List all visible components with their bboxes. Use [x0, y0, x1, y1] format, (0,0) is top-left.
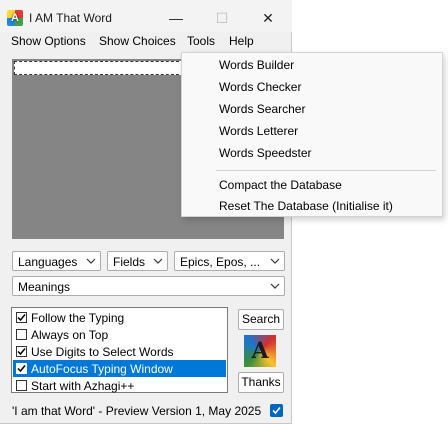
thanks-button[interactable]: Thanks — [238, 372, 284, 393]
menu-show-choices[interactable]: Show Choices — [99, 34, 176, 48]
meanings-dropdown[interactable]: Meanings — [12, 276, 285, 296]
chevron-down-icon — [270, 258, 280, 264]
epics-dropdown[interactable]: Epics, Epos, ... — [174, 251, 285, 271]
languages-dropdown[interactable]: Languages — [12, 251, 101, 271]
menu-show-options[interactable]: Show Options — [11, 34, 86, 48]
checkbox[interactable] — [16, 329, 27, 340]
options-checklist[interactable]: Follow the Typing Always on Top Use Digi… — [11, 307, 228, 393]
menu-item-words-speedster[interactable]: Words Speedster — [219, 146, 312, 160]
menu-tools[interactable]: Tools — [187, 34, 215, 48]
search-button[interactable]: Search — [238, 309, 284, 330]
chevron-down-icon — [86, 258, 96, 264]
checkbox[interactable] — [16, 312, 27, 323]
typing-input[interactable] — [14, 61, 184, 75]
menu-help[interactable]: Help — [229, 34, 254, 48]
tools-menu-popup: Words Builder Words Checker Words Search… — [181, 52, 443, 217]
status-checkbox[interactable] — [270, 404, 283, 417]
app-icon: A — [7, 10, 23, 26]
menu-item-words-letterer[interactable]: Words Letterer — [219, 124, 298, 138]
option-use-digits[interactable]: Use Digits to Select Words — [13, 343, 226, 360]
chevron-down-icon — [270, 283, 280, 289]
minimize-icon: — — [169, 10, 183, 26]
option-follow-typing[interactable]: Follow the Typing — [13, 309, 226, 326]
menu-item-compact-db[interactable]: Compact the Database — [219, 178, 342, 192]
menu-item-reset-db[interactable]: Reset The Database (Initialise it) — [219, 199, 393, 213]
option-always-on-top[interactable]: Always on Top — [13, 326, 226, 343]
fields-dropdown[interactable]: Fields — [107, 251, 168, 271]
option-start-azhagi[interactable]: Start with Azhagi++ — [13, 377, 226, 394]
check-icon — [272, 406, 281, 415]
option-autofocus[interactable]: AutoFocus Typing Window — [13, 360, 226, 377]
maximize-icon: ☐ — [215, 9, 229, 26]
maximize-button: ☐ — [199, 4, 245, 32]
menu-bar: Show Options Show Choices Tools Help — [0, 32, 292, 52]
window-title: I AM That Word — [29, 11, 112, 25]
close-icon: ✕ — [262, 9, 274, 26]
menu-item-words-builder[interactable]: Words Builder — [219, 58, 294, 72]
menu-separator — [216, 170, 436, 171]
minimize-button[interactable]: — — [153, 4, 199, 32]
status-text: 'I am that Word' - Preview Version 1, Ma… — [12, 404, 262, 418]
title-bar[interactable]: A I AM That Word — ☐ ✕ — [0, 0, 292, 32]
checkbox[interactable] — [16, 363, 27, 374]
checkbox[interactable] — [16, 380, 27, 391]
menu-item-words-searcher[interactable]: Words Searcher — [219, 102, 305, 116]
checkbox[interactable] — [16, 346, 27, 357]
app-logo[interactable]: A — [244, 335, 276, 367]
menu-item-words-checker[interactable]: Words Checker — [219, 80, 301, 94]
chevron-down-icon — [153, 258, 163, 264]
close-button[interactable]: ✕ — [245, 4, 291, 32]
